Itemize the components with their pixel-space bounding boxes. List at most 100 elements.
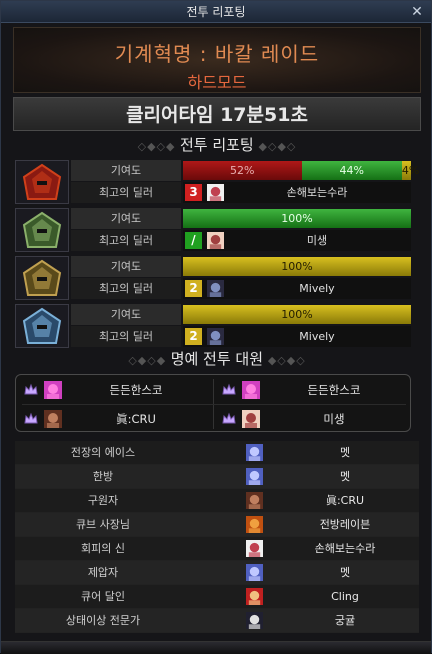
gold-mech-boss-icon [15,256,69,300]
dealer-name: 미생 [306,234,328,247]
contribution-label: 기여도 [71,208,181,229]
fighter-avatar-icon [242,410,260,428]
award-recipient[interactable]: 眞:CRU [275,489,415,513]
dealer-name: 손해보는수라 [286,186,348,199]
award-list: 전장의 에이스 멧 한방 멧 구원자 眞:CRU 큐브 사장님 전방레이븐 회피… [15,441,419,633]
best-dealer: 3 손해보는수라 [183,182,411,203]
contribution-bar-segment: 52% [183,161,302,180]
contribution-bar-segment: 44% [301,161,402,180]
award-row: 구원자 眞:CRU [15,489,419,513]
boss-row: 기여도 52% 44% 4% 최고의 딜러 3 손해보는수라 [15,160,419,204]
crown-badge-icon [24,383,38,397]
award-row: 큐어 달인 Cling [15,585,419,609]
red-mech-boss-icon [15,160,69,204]
honor-member[interactable]: 든든한스코 [16,376,212,404]
ornament-left-icon: ◇◆◇◆ [137,140,180,153]
priest-avatar-icon [246,444,263,461]
green-mech-boss-icon [15,208,69,252]
pink-avatar-icon [242,381,260,399]
contribution-bar: 100% [183,257,411,276]
boss-row: 기여도 100% 최고의 딜러 / 미생 [15,208,411,252]
award-row: 한방 멧 [15,465,419,489]
award-row: 회피의 신 손해보는수라 [15,537,419,561]
best-dealer-label: 최고의 딜러 [71,278,181,299]
rank-badge-icon: 3 [185,184,202,201]
honor-members: 든든한스코 든든한스코 眞:CRU 미생 [15,374,411,432]
raid-difficulty: 하드모드 [187,73,247,92]
contribution-label: 기여도 [71,160,181,181]
section-honor: ◇◆◇◆ 명예 전투 대원 ◆◇◆◇ [13,349,421,369]
award-title: 구원자 [87,494,119,507]
award-recipient[interactable]: 멧 [275,441,415,465]
award-row: 상태이상 전문가 궁귤 [15,609,419,633]
mage-avatar-icon [207,328,224,345]
award-title: 큐어 달인 [81,590,125,603]
contribution-bar-segment: 100% [183,305,411,324]
award-recipient[interactable]: 멧 [275,465,415,489]
award-recipient[interactable]: 전방레이븐 [275,513,415,537]
best-dealer: 2 Mively [183,278,411,299]
award-recipient[interactable]: 궁귤 [275,609,415,633]
ornament-left-icon: ◇◆◇◆ [128,354,171,367]
award-title: 상태이상 전문가 [65,614,141,627]
award-row: 전장의 에이스 멧 [15,441,419,465]
award-row: 제압자 멧 [15,561,419,585]
dealer-name: Mively [299,282,335,295]
crown-badge-icon [222,412,236,426]
best-dealer: / 미생 [183,230,411,251]
award-title: 제압자 [87,566,119,579]
honor-member-name: 眞:CRU [116,412,156,426]
section-battle-report: ◇◆◇◆ 전투 리포팅 ◆◇◆◇ [13,135,421,155]
award-title: 전장의 에이스 [70,446,136,459]
red-hair-avatar-icon [246,588,263,605]
dark-avatar-icon [246,612,263,629]
close-icon[interactable]: ✕ [409,1,425,23]
warrior-avatar-icon [246,492,263,509]
battle-report-window: 전투 리포팅 ✕ 기계혁명 : 바칼 레이드 하드모드 클리어타임 17분51초… [0,0,432,654]
contribution-bar: 100% [183,209,411,228]
best-dealer-label: 최고의 딜러 [71,182,181,203]
boss-row: 기여도 100% 최고의 딜러 2 Mively [15,304,411,348]
slayer-avatar-icon [207,184,224,201]
orange-avatar-icon [246,516,263,533]
contribution-bar-segment: 100% [183,257,411,276]
award-title: 큐브 사장님 [75,518,131,531]
honor-member[interactable]: 든든한스코 [214,376,410,404]
best-dealer-label: 최고의 딜러 [71,230,181,251]
dealer-name: Mively [299,330,335,343]
honor-member-name: 미생 [323,412,345,426]
contribution-bar: 100% [183,305,411,324]
blue-mech-boss-icon [15,304,69,348]
contribution-bar-segment: 4% [401,161,419,180]
award-recipient[interactable]: 멧 [275,561,415,585]
titlebar: 전투 리포팅 ✕ [1,1,431,23]
honor-member[interactable]: 미생 [214,405,410,433]
ornament-right-icon: ◆◇◆◇ [258,140,297,153]
raid-name: 기계혁명 : 바칼 레이드 [114,42,320,66]
honor-member[interactable]: 眞:CRU [16,405,212,433]
contribution-bar: 52% 44% 4% [183,161,419,180]
contribution-label: 기여도 [71,256,181,277]
warrior-avatar-icon [44,410,62,428]
award-recipient[interactable]: Cling [275,585,415,609]
footer-strip [1,641,431,654]
mage-avatar-icon [207,280,224,297]
window-title: 전투 리포팅 [186,5,246,19]
clear-time: 클리어타임 17분51초 [13,97,421,131]
best-dealer-label: 최고의 딜러 [71,326,181,347]
raid-header: 기계혁명 : 바칼 레이드 하드모드 [13,27,421,93]
fighter-avatar-icon [207,232,224,249]
rank-badge-icon: 2 [185,328,202,345]
rank-badge-icon: / [185,232,202,249]
priest-avatar-icon [246,468,263,485]
priest-avatar-icon [246,564,263,581]
crown-badge-icon [222,383,236,397]
honor-member-name: 든든한스코 [109,383,163,397]
rank-badge-icon: 2 [185,280,202,297]
slayer-avatar-icon [246,540,263,557]
award-recipient[interactable]: 손해보는수라 [275,537,415,561]
best-dealer: 2 Mively [183,326,411,347]
section-honor-title: 명예 전투 대원 [170,350,264,368]
award-title: 한방 [92,470,114,483]
crown-badge-icon [24,412,38,426]
